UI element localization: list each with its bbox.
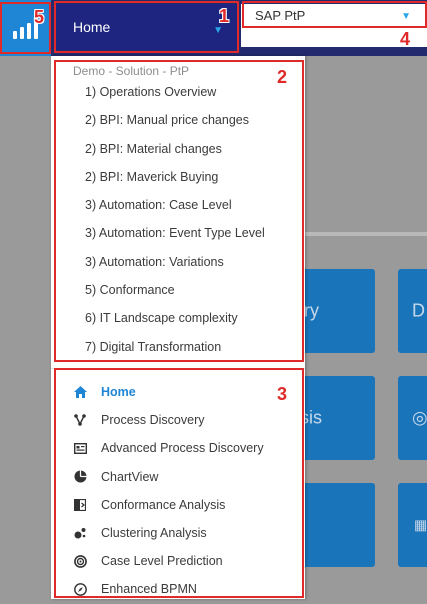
background-divider (300, 232, 427, 236)
annotation-number-3: 3 (277, 384, 288, 404)
annotation-number-1: 1 (219, 6, 230, 26)
tile-icon: ◎ (412, 407, 427, 428)
annotation-box-4 (242, 1, 427, 28)
tile-label: D (412, 300, 425, 321)
grid-icon: ▦ (414, 516, 427, 533)
annotation-box-1 (54, 1, 239, 53)
annotation-number-4: 4 (400, 29, 411, 49)
annotation-number-5: 5 (34, 7, 45, 27)
tile-bpmn[interactable]: ▦ (398, 483, 427, 567)
annotation-box-2 (54, 60, 304, 362)
tile-clustering[interactable]: ◎ (398, 376, 427, 460)
annotation-number-2: 2 (277, 67, 288, 87)
tile-advanced[interactable]: D (398, 269, 427, 353)
annotation-box-3 (54, 368, 304, 598)
tile-label: ry (304, 300, 319, 321)
